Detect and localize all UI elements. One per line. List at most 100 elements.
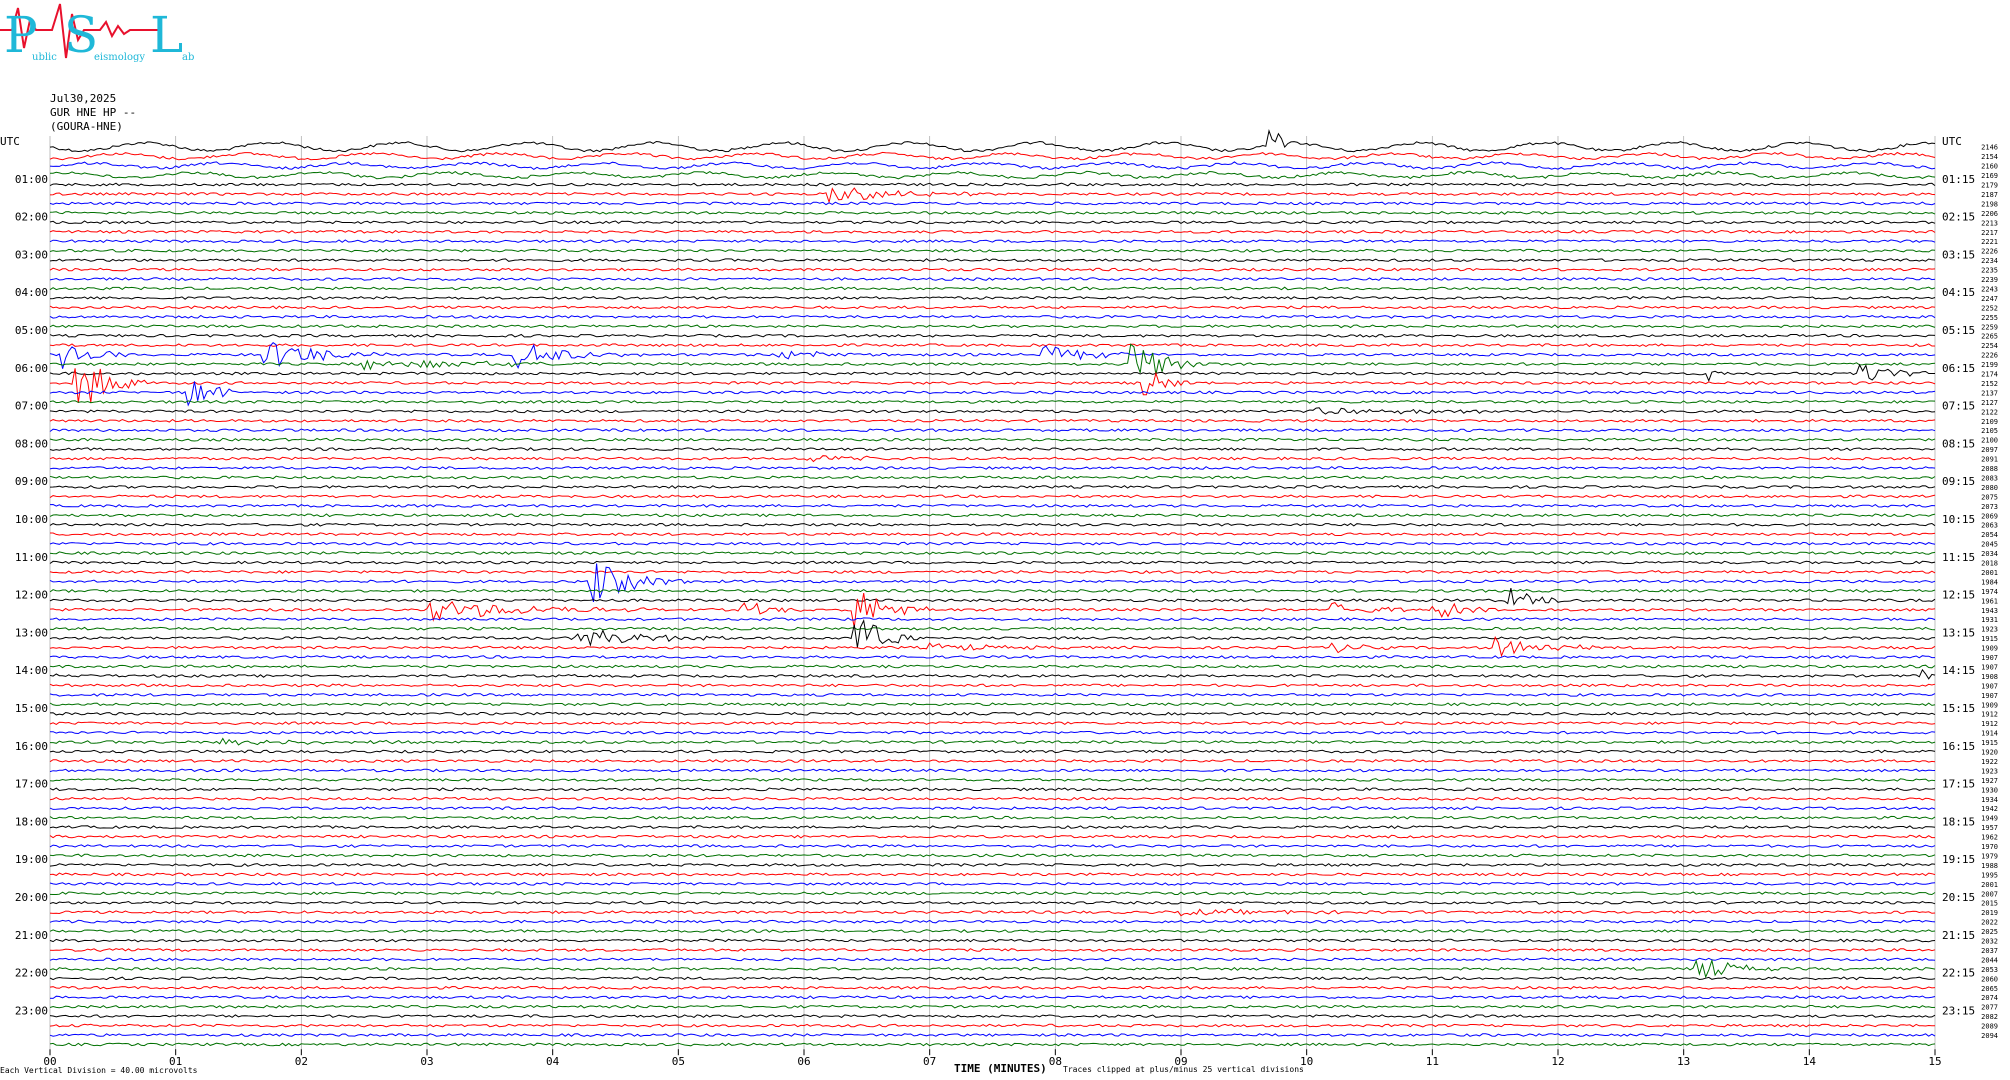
trace-line — [49, 407, 1936, 415]
trace-line — [49, 210, 1936, 215]
row-value-label: 2221 — [1981, 238, 1998, 246]
trace-line — [49, 182, 1936, 187]
trace-line — [49, 976, 1936, 981]
row-value-label: 1907 — [1981, 682, 1998, 690]
trace-line — [49, 872, 1936, 877]
row-value-label: 2045 — [1981, 541, 1998, 549]
right-hour-label: 05:15 — [1942, 324, 1975, 337]
left-hour-label: 01:00 — [15, 173, 48, 186]
row-value-label: 2044 — [1981, 956, 1998, 964]
trace-line — [49, 668, 1936, 680]
row-value-label: 2255 — [1981, 314, 1998, 322]
row-value-label: 1923 — [1981, 626, 1998, 634]
trace-line — [49, 503, 1936, 508]
right-hour-label: 16:15 — [1942, 740, 1975, 753]
trace-line — [49, 711, 1936, 716]
x-axis-label: TIME (MINUTES) — [954, 1062, 1047, 1075]
row-value-label: 1962 — [1981, 834, 1998, 842]
row-value-label: 1912 — [1981, 711, 1998, 719]
trace-line — [49, 485, 1936, 489]
row-value-label: 2199 — [1981, 361, 1998, 369]
trace-line — [49, 570, 1936, 574]
row-value-label: 2083 — [1981, 474, 1998, 482]
x-tick-label: 08 — [1049, 1055, 1062, 1068]
right-hour-label: 19:15 — [1942, 853, 1975, 866]
trace-line — [49, 618, 1936, 648]
trace-line — [49, 881, 1936, 886]
row-value-label: 1920 — [1981, 749, 1998, 757]
left-hour-label: 16:00 — [15, 740, 48, 753]
row-value-label: 1943 — [1981, 607, 1998, 615]
trace-line — [49, 683, 1936, 688]
row-value-label: 2217 — [1981, 229, 1998, 237]
x-tick-label: 02 — [295, 1055, 308, 1068]
row-value-label: 2254 — [1981, 342, 1998, 350]
trace-line — [50, 730, 1936, 735]
row-value-label: 2053 — [1981, 966, 1998, 974]
left-hour-label: 03:00 — [15, 248, 48, 261]
right-axis-label: UTC — [1942, 135, 1962, 148]
row-value-label: 1915 — [1981, 739, 1998, 747]
trace-line — [49, 455, 1936, 463]
trace-line — [49, 702, 1936, 707]
trace-line — [49, 296, 1936, 300]
trace-line — [49, 929, 1936, 934]
row-value-label: 2015 — [1981, 900, 1998, 908]
row-value-label: 2213 — [1981, 219, 1998, 227]
right-hour-label: 18:15 — [1942, 815, 1975, 828]
row-value-label: 2152 — [1981, 380, 1998, 388]
left-axis-label: UTC — [0, 135, 20, 148]
x-tick-label: 03 — [420, 1055, 433, 1068]
trace-line — [49, 151, 1936, 161]
x-tick-label: 06 — [797, 1055, 810, 1068]
row-value-label: 1984 — [1981, 578, 1998, 586]
trace-line — [49, 363, 1935, 383]
trace-line — [49, 759, 1936, 763]
row-value-label: 1988 — [1981, 862, 1998, 870]
trace-line — [49, 863, 1936, 867]
row-value-label: 2137 — [1981, 389, 1998, 397]
row-value-label: 2187 — [1981, 191, 1998, 199]
row-value-label: 2069 — [1981, 512, 1998, 520]
right-hour-label: 22:15 — [1942, 967, 1975, 980]
trace-line — [49, 908, 1936, 917]
row-value-label: 2226 — [1981, 352, 1998, 360]
row-value-label: 2154 — [1981, 153, 1998, 161]
trace-line — [49, 494, 1936, 499]
trace-line — [49, 626, 1936, 631]
trace-line — [49, 418, 1936, 423]
row-value-label: 2018 — [1981, 560, 1998, 568]
trace-line — [49, 466, 1936, 470]
left-hour-label: 18:00 — [15, 815, 48, 828]
right-hour-label: 06:15 — [1942, 362, 1975, 375]
row-value-label: 2007 — [1981, 890, 1998, 898]
row-value-label: 2091 — [1981, 456, 1998, 464]
left-hour-label: 09:00 — [15, 475, 48, 488]
trace-line — [49, 475, 1936, 480]
row-value-label: 2122 — [1981, 408, 1998, 416]
row-value-label: 2089 — [1981, 1023, 1998, 1031]
left-hour-label: 14:00 — [15, 664, 48, 677]
trace-line — [49, 749, 1936, 754]
left-hour-label: 07:00 — [15, 400, 48, 413]
row-value-label: 2226 — [1981, 248, 1998, 256]
row-value-label: 2025 — [1981, 928, 1998, 936]
right-hour-label: 09:15 — [1942, 475, 1975, 488]
row-value-label: 2265 — [1981, 333, 1998, 341]
trace-line — [49, 721, 1936, 726]
x-tick-label: 15 — [1928, 1055, 1941, 1068]
trace-line — [49, 248, 1936, 253]
x-tick-label: 05 — [672, 1055, 685, 1068]
row-value-label: 2243 — [1981, 285, 1998, 293]
trace-line — [49, 891, 1936, 896]
trace-line — [49, 593, 1936, 628]
trace-line — [49, 957, 1936, 962]
row-value-label: 1957 — [1981, 824, 1998, 832]
row-value-label: 2073 — [1981, 503, 1998, 511]
row-value-label: 1907 — [1981, 654, 1998, 662]
trace-line — [49, 948, 1936, 952]
trace-line — [49, 258, 1936, 262]
trace-line — [49, 617, 1936, 622]
trace-line — [49, 428, 1936, 433]
right-hour-label: 15:15 — [1942, 702, 1975, 715]
